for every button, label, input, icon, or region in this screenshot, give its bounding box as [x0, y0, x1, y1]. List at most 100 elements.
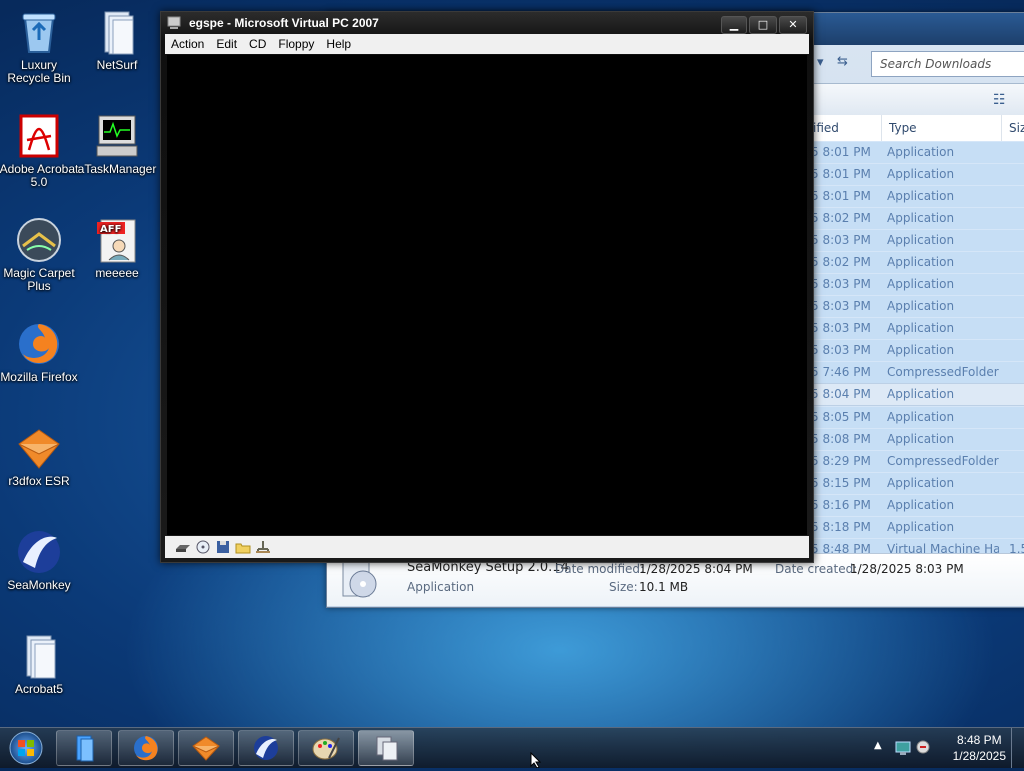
- cell-date: 5 8:02 PM: [811, 255, 871, 269]
- cell-type: Application: [887, 343, 955, 357]
- minimize-button[interactable]: ▁: [721, 16, 747, 34]
- cell-date: 5 8:01 PM: [811, 167, 871, 181]
- desktop-icon-netsurf[interactable]: NetSurf: [77, 8, 157, 72]
- taskbar-paint[interactable]: [298, 730, 354, 766]
- show-hidden-icons-icon[interactable]: ▲: [874, 740, 882, 751]
- search-input[interactable]: Search Downloads: [871, 51, 1024, 77]
- cell-type: Application: [887, 145, 955, 159]
- refresh-icon[interactable]: ⇆: [837, 54, 848, 69]
- shared-folder-icon[interactable]: [235, 539, 251, 555]
- cell-size: 1,5: [1009, 542, 1024, 553]
- cell-date: 5 8:18 PM: [811, 520, 871, 534]
- volume-tray-icon[interactable]: [914, 738, 932, 759]
- menu-floppy[interactable]: Floppy: [272, 34, 320, 54]
- cell-date: 5 8:03 PM: [811, 277, 871, 291]
- network-tray-icon[interactable]: [894, 738, 912, 759]
- vm-screen[interactable]: [167, 55, 807, 535]
- taskbar: ▲ 8:48 PM 1/28/2025: [0, 727, 1024, 768]
- view-options-icon[interactable]: ☷: [993, 92, 1006, 108]
- desktop-icon-magic-carpet[interactable]: Magic Carpet Plus: [0, 216, 79, 293]
- firefox-icon: [131, 734, 161, 762]
- menu-action[interactable]: Action: [165, 34, 210, 54]
- chevron-down-icon[interactable]: ▾: [817, 55, 824, 70]
- cell-type: Application: [887, 498, 955, 512]
- show-desktop-button[interactable]: [1011, 728, 1024, 768]
- details-file-type: Application: [407, 580, 475, 594]
- folder-icon: [93, 8, 141, 56]
- cell-type: Application: [887, 211, 955, 225]
- desktop-icon-recycle-bin[interactable]: Luxury Recycle Bin: [0, 8, 79, 85]
- paint-icon: [311, 734, 341, 762]
- clock[interactable]: 8:48 PM 1/28/2025: [953, 732, 1006, 764]
- cell-type: Application: [887, 299, 955, 313]
- taskbar-seamonkey[interactable]: [238, 730, 294, 766]
- menu-edit[interactable]: Edit: [210, 34, 243, 54]
- firefox-icon: [15, 320, 63, 368]
- cell-type: Application: [887, 321, 955, 335]
- cell-date: 5 8:03 PM: [811, 233, 871, 247]
- cd-icon[interactable]: [195, 539, 211, 555]
- network-icon[interactable]: [255, 539, 271, 555]
- cell-date: 5 8:16 PM: [811, 498, 871, 512]
- mouse-cursor-icon: [530, 751, 542, 771]
- cell-type: Application: [887, 432, 955, 446]
- recycle-bin-icon: [15, 8, 63, 56]
- desktop-icon-meeeee[interactable]: AFF meeeee: [77, 216, 157, 280]
- explorer-icon: [69, 734, 99, 762]
- column-type[interactable]: Type: [883, 115, 1002, 141]
- desktop-icon-adobe-acrobat[interactable]: Adobe Acrobat 5.0: [0, 112, 79, 189]
- cell-type: Application: [887, 476, 955, 490]
- aff-file-icon: AFF: [93, 216, 141, 264]
- magic-carpet-icon: [15, 216, 63, 264]
- menu-bar: Action Edit CD Floppy Help: [165, 34, 809, 54]
- cell-date: 5 8:01 PM: [811, 189, 871, 203]
- cell-date: 5 8:01 PM: [811, 145, 871, 159]
- acrobat-icon: [15, 112, 63, 160]
- explorer-address-row: ▾ ⇆ Search Downloads: [807, 51, 1024, 77]
- details-date-modified: 1/28/2025 8:04 PM: [639, 562, 753, 576]
- status-bar: [165, 536, 809, 558]
- cell-date: 5 8:15 PM: [811, 476, 871, 490]
- cell-type: CompressedFolder: [887, 365, 999, 379]
- taskbar-virtual-pc[interactable]: [358, 730, 414, 766]
- taskbar-explorer[interactable]: [56, 730, 112, 766]
- desktop-icon-seamonkey[interactable]: SeaMonkey: [0, 528, 79, 592]
- floppy-icon[interactable]: [215, 539, 231, 555]
- r3dfox-icon: [191, 734, 221, 762]
- desktop-icon-firefox[interactable]: Mozilla Firefox: [0, 320, 79, 384]
- cell-type: Application: [887, 167, 955, 181]
- virtual-pc-window[interactable]: egspe - Microsoft Virtual PC 2007 ▁ □ ✕ …: [160, 11, 814, 563]
- taskbar-firefox[interactable]: [118, 730, 174, 766]
- maximize-button[interactable]: □: [749, 16, 777, 34]
- details-date-created-label: Date created:: [775, 562, 858, 576]
- cell-type: Application: [887, 387, 955, 401]
- task-manager-icon: [93, 112, 141, 160]
- menu-cd[interactable]: CD: [243, 34, 272, 54]
- close-button[interactable]: ✕: [779, 16, 807, 34]
- aff-badge: AFF: [100, 224, 121, 235]
- desktop-icon-acrobat5-folder[interactable]: Acrobat5: [0, 632, 79, 696]
- desktop-icon-ataskmanager[interactable]: aTaskManager: [77, 112, 157, 176]
- cell-date: 5 8:05 PM: [811, 410, 871, 424]
- cell-date: 5 8:03 PM: [811, 343, 871, 357]
- start-button[interactable]: [6, 730, 46, 766]
- cell-date: 5 8:08 PM: [811, 432, 871, 446]
- virtual-pc-app-icon: [167, 16, 181, 30]
- folder-icon: [15, 632, 63, 680]
- cell-type: Virtual Machine Har...: [887, 542, 999, 553]
- hard-disk-icon[interactable]: [175, 539, 191, 555]
- virtual-pc-icon: [371, 734, 401, 762]
- window-title: egspe - Microsoft Virtual PC 2007: [189, 16, 379, 30]
- cell-date: 5 7:46 PM: [811, 365, 871, 379]
- desktop-icon-r3dfox[interactable]: r3dfox ESR: [0, 424, 79, 488]
- column-date-modified[interactable]: ified: [807, 115, 882, 141]
- details-date-created: 1/28/2025 8:03 PM: [850, 562, 964, 576]
- cell-type: Application: [887, 520, 955, 534]
- taskbar-r3dfox[interactable]: [178, 730, 234, 766]
- file-type-icon: [339, 560, 379, 600]
- seamonkey-icon: [15, 528, 63, 576]
- cell-date: 5 8:29 PM: [811, 454, 871, 468]
- menu-help[interactable]: Help: [320, 34, 357, 54]
- details-size: 10.1 MB: [639, 580, 689, 594]
- column-size[interactable]: Size: [1003, 115, 1024, 141]
